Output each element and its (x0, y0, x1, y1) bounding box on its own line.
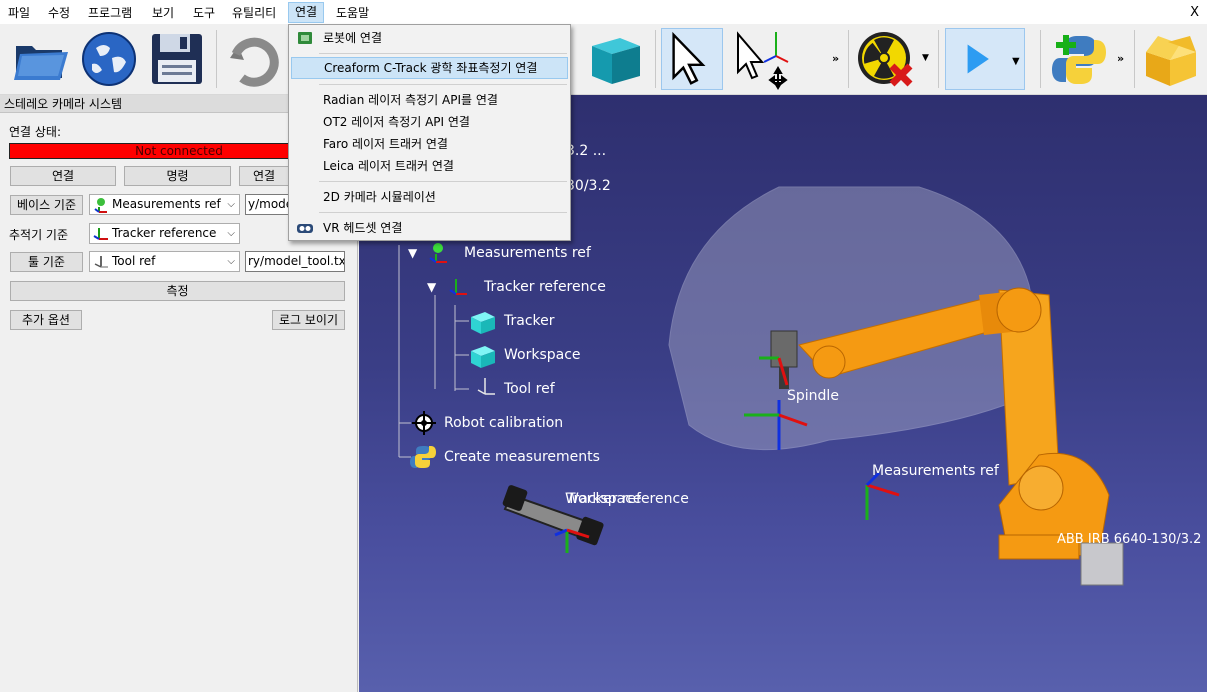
toolbar-separator (655, 30, 656, 88)
menu-item-vr-headset[interactable]: VR 헤드셋 연결 (291, 217, 568, 239)
menu-help[interactable]: 도움말 (334, 4, 371, 22)
toolbar-separator (1040, 30, 1041, 88)
measure-button[interactable]: 측정 (10, 281, 345, 301)
tracker-reference-label: Tracker reference (567, 491, 689, 507)
menu-separator (319, 53, 567, 54)
tree-item-measurements-ref[interactable]: Measurements ref (464, 245, 591, 261)
cube-icon[interactable] (584, 28, 646, 90)
more-options-button[interactable]: 추가 옵션 (10, 310, 82, 330)
menu-separator (319, 212, 567, 213)
python-add-icon[interactable] (1048, 28, 1110, 90)
toolbar: » ▼ ▼ » (0, 24, 1207, 95)
base-reference-button[interactable]: 베이스 기준 (10, 195, 83, 215)
measurements-ref-icon (94, 198, 107, 213)
tool-model-file-field[interactable]: ry/model_tool.txt (245, 251, 345, 272)
menu-file[interactable]: 파일 (6, 4, 32, 22)
toolbar-separator (216, 30, 217, 88)
tree-item-workspace[interactable]: Workspace (504, 347, 581, 363)
menu-separator (319, 84, 567, 85)
connect-button[interactable]: 연결 (10, 166, 116, 186)
menu-tools[interactable]: 도구 (191, 4, 217, 22)
toolbar-more[interactable]: » (1117, 52, 1124, 65)
tool-frame-icon (477, 378, 495, 395)
tree-partial-item-1: 3.2 ... (566, 143, 607, 159)
tree-expand-icon[interactable]: ▼ (427, 280, 436, 294)
menu-connect[interactable]: 연결 (288, 2, 325, 23)
robot-connect-icon (298, 32, 312, 44)
toolbar-separator (848, 30, 849, 88)
menu-bar: 파일 수정 프로그램 보기 도구 유틸리티 연결 도움말 X (0, 0, 1207, 24)
tree-item-create-measurements[interactable]: Create measurements (444, 449, 600, 465)
frame-axes-icon (93, 228, 108, 240)
tracker-reference-combo[interactable]: Tracker reference ⌵ (89, 223, 240, 244)
toolbar-more[interactable]: » (832, 52, 839, 65)
chevron-down-icon: ⌵ (227, 228, 235, 239)
tree-partial-item-2: 30/3.2 (566, 178, 611, 194)
cube-icon (471, 346, 495, 368)
tool-reference-value: Tool ref (112, 254, 156, 268)
menu-item-2d-camera-sim[interactable]: 2D 카메라 시뮬레이션 (291, 186, 568, 208)
command-button[interactable]: 명령 (124, 166, 231, 186)
toolbar-separator (1134, 30, 1135, 88)
globe-icon[interactable] (78, 28, 140, 90)
robot-label: ABB IRB 6640-130/3.2 (1057, 532, 1202, 547)
spindle-label: Spindle (787, 388, 839, 404)
chevron-down-icon[interactable]: ▼ (922, 53, 929, 63)
tool-frame-icon (94, 256, 108, 268)
tool-reference-button[interactable]: 툴 기준 (10, 252, 83, 272)
base-model-file-field[interactable]: y/model (245, 194, 289, 215)
python-icon (410, 446, 436, 468)
connect-menu-dropdown: 로봇에 연결 Creaform C-Track 광학 좌표측정기 연결 Radi… (288, 24, 571, 241)
menu-item-leica[interactable]: Leica 레이저 트래커 연결 (291, 155, 568, 177)
open-folder-icon[interactable] (10, 28, 72, 90)
undo-icon[interactable] (222, 28, 284, 90)
connect-button-2[interactable]: 연결 (239, 166, 289, 186)
menu-item-radian[interactable]: Radian 레이저 측정기 API를 연결 (291, 89, 568, 111)
menu-separator (319, 181, 567, 182)
base-reference-value: Measurements ref (112, 197, 221, 211)
base-reference-combo[interactable]: Measurements ref ⌵ (89, 194, 240, 215)
connection-status-label: 연결 상태: (9, 125, 62, 139)
chevron-down-icon: ⌵ (227, 199, 235, 210)
radiation-stop-icon[interactable] (854, 28, 916, 90)
tree-item-robot-calibration[interactable]: Robot calibration (444, 415, 563, 431)
menu-item-ot2[interactable]: OT2 레이저 측정기 API 연결 (291, 111, 568, 133)
move-frame-icon[interactable] (730, 28, 792, 90)
cube-icon (471, 312, 495, 334)
chevron-down-icon: ⌵ (227, 256, 235, 267)
tracker-reference-label: 추적기 기준 (9, 228, 69, 242)
measurements-ref-icon (429, 243, 447, 263)
menu-edit[interactable]: 수정 (46, 4, 72, 22)
svg-text:▼: ▼ (1012, 56, 1020, 67)
menu-program[interactable]: 프로그램 (86, 4, 134, 22)
tracker-reference-value: Tracker reference (112, 226, 217, 240)
tree-item-tracker[interactable]: Tracker (504, 313, 555, 329)
save-disk-icon[interactable] (146, 28, 208, 90)
menu-view[interactable]: 보기 (150, 4, 176, 22)
crosshair-icon (412, 411, 436, 435)
show-log-button[interactable]: 로그 보이기 (272, 310, 345, 330)
close-icon[interactable]: X (1190, 5, 1199, 20)
tree-item-tool-ref[interactable]: Tool ref (504, 381, 555, 397)
toolbar-separator (938, 30, 939, 88)
menu-item-connect-robot[interactable]: 로봇에 연결 (291, 27, 568, 49)
tree-item-tracker-reference[interactable]: Tracker reference (484, 279, 606, 295)
package-box-icon[interactable] (1140, 28, 1202, 90)
select-arrow-icon[interactable] (661, 28, 723, 90)
menu-item-faro[interactable]: Faro 레이저 트래커 연결 (291, 133, 568, 155)
tool-reference-combo[interactable]: Tool ref ⌵ (89, 251, 240, 272)
play-icon[interactable]: ▼ (945, 28, 1025, 90)
measurements-ref-label: Measurements ref (872, 463, 999, 479)
vr-headset-icon (297, 224, 313, 233)
tree-expand-icon[interactable]: ▼ (408, 246, 417, 260)
frame-axes-icon (449, 279, 467, 295)
menu-item-creaform-ctrack[interactable]: Creaform C-Track 광학 좌표측정기 연결 (291, 57, 568, 79)
menu-utilities[interactable]: 유틸리티 (230, 4, 278, 22)
